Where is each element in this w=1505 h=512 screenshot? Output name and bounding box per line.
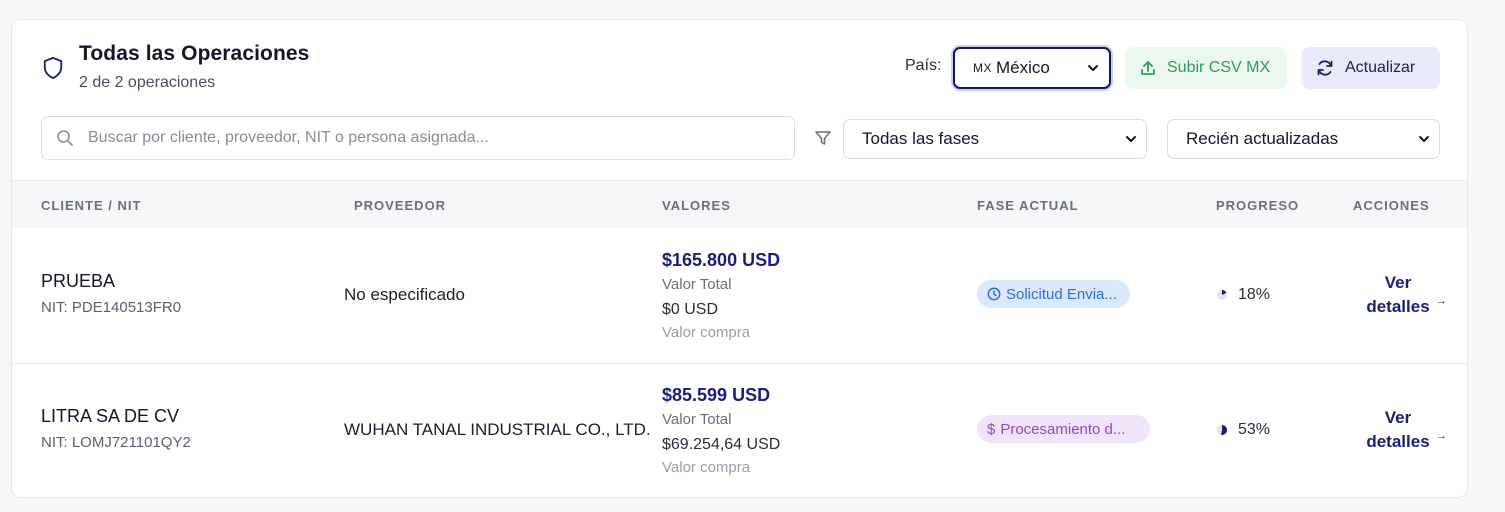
operations-card: Todas las Operaciones 2 de 2 operaciones… (11, 19, 1468, 498)
country-select[interactable]: MX México (953, 47, 1111, 89)
dollar-icon: $ (987, 420, 996, 438)
chevron-down-icon (1088, 65, 1098, 71)
client-nit: NIT: LOMJ721101QY2 (41, 434, 191, 451)
upload-csv-button[interactable]: Subir CSV MX (1125, 47, 1287, 89)
view-details-label: Ver detalles (1366, 408, 1430, 451)
phase-filter-value: Todas las fases (862, 129, 980, 148)
country-value: México (996, 58, 1050, 77)
provider-name: WUHAN TANAL INDUSTRIAL CO., LTD. (344, 420, 651, 439)
chevron-down-icon (1126, 136, 1136, 142)
table-row: LITRA SA DE CV NIT: LOMJ721101QY2 WUHAN … (12, 364, 1467, 497)
client-name: LITRA SA DE CV (41, 406, 180, 426)
arrow-right-icon: → (1436, 430, 1447, 442)
column-header-actions: ACCIONES (1353, 198, 1430, 213)
upload-csv-label: Subir CSV MX (1167, 59, 1271, 76)
search-box (41, 116, 795, 160)
client-nit: NIT: PDE140513FR0 (41, 299, 182, 316)
refresh-icon (1317, 60, 1333, 76)
sort-select[interactable]: Recién actualizadas (1167, 119, 1440, 159)
page-title: Todas las Operaciones (79, 42, 310, 65)
progress-ring (1217, 290, 1227, 300)
shield-icon (43, 57, 63, 80)
phase-badge: Solicitud Envia... (977, 280, 1130, 308)
total-value: $85.599 USD (662, 385, 771, 405)
search-input[interactable] (88, 129, 768, 147)
view-details-link[interactable]: Ver detalles → (1353, 406, 1447, 454)
purchase-value-label: Valor compra (662, 459, 751, 476)
view-details-link[interactable]: Ver detalles → (1353, 271, 1447, 319)
progress-value: 53% (1238, 421, 1271, 438)
view-details-label: Ver detalles (1366, 273, 1430, 316)
purchase-value-label: Valor compra (662, 324, 751, 341)
column-header-values: VALORES (662, 198, 731, 213)
table-header: CLIENTE / NIT PROVEEDOR VALORES FASE ACT… (12, 180, 1467, 228)
column-header-progress: PROGRESO (1216, 198, 1300, 213)
country-label: País: (905, 57, 942, 74)
total-value: $165.800 USD (662, 250, 781, 270)
column-header-phase: FASE ACTUAL (977, 198, 1079, 213)
phase-badge-label: Procesamiento d... (1000, 420, 1126, 438)
progress-ring (1217, 425, 1228, 435)
total-value-label: Valor Total (662, 411, 732, 428)
client-name: PRUEBA (41, 271, 116, 291)
phase-badge: $ Procesamiento d... (977, 415, 1150, 443)
provider-name: No especificado (344, 285, 465, 304)
arrow-right-icon: → (1436, 295, 1447, 307)
country-flag-icon: MX (973, 61, 992, 75)
filter-icon (815, 131, 831, 145)
refresh-label: Actualizar (1345, 59, 1416, 76)
column-header-provider: PROVEEDOR (354, 198, 447, 213)
purchase-value: $0 USD (662, 301, 719, 318)
upload-icon (1141, 61, 1155, 75)
operations-count: 2 de 2 operaciones (79, 74, 216, 91)
sort-value: Recién actualizadas (1186, 129, 1339, 148)
search-icon (57, 130, 73, 146)
chevron-down-icon (1419, 136, 1429, 142)
clock-icon (987, 287, 1001, 301)
phase-badge-label: Solicitud Envia... (1006, 285, 1117, 303)
table-row: PRUEBA NIT: PDE140513FR0 No especificado… (12, 228, 1467, 364)
progress-value: 18% (1238, 286, 1271, 303)
purchase-value: $69.254,64 USD (662, 436, 781, 453)
refresh-button[interactable]: Actualizar (1301, 47, 1440, 89)
column-header-client: CLIENTE / NIT (41, 198, 142, 213)
phase-filter-select[interactable]: Todas las fases (843, 119, 1147, 159)
total-value-label: Valor Total (662, 276, 732, 293)
